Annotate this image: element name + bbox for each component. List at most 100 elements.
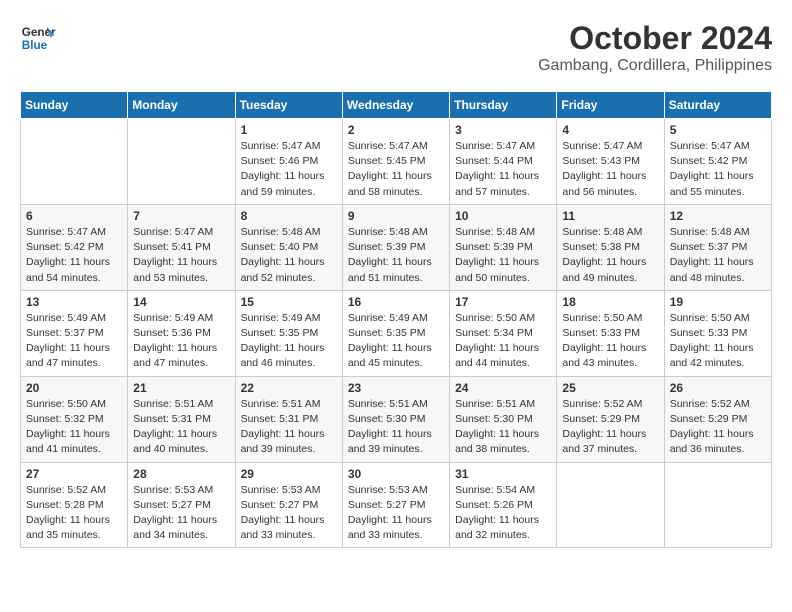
logo: General Blue bbox=[20, 20, 56, 56]
day-number: 22 bbox=[241, 381, 337, 395]
day-info: Sunrise: 5:47 AM Sunset: 5:43 PM Dayligh… bbox=[562, 139, 658, 200]
day-info: Sunrise: 5:50 AM Sunset: 5:34 PM Dayligh… bbox=[455, 311, 551, 372]
day-number: 13 bbox=[26, 295, 122, 309]
calendar-cell: 7 Sunrise: 5:47 AM Sunset: 5:41 PM Daylig… bbox=[128, 204, 235, 290]
calendar-cell: 1 Sunrise: 5:47 AM Sunset: 5:46 PM Daylig… bbox=[235, 119, 342, 205]
day-info: Sunrise: 5:53 AM Sunset: 5:27 PM Dayligh… bbox=[241, 483, 337, 544]
day-info: Sunrise: 5:51 AM Sunset: 5:31 PM Dayligh… bbox=[241, 397, 337, 458]
calendar-cell: 31Sunrise: 5:54 AM Sunset: 5:26 PM Dayli… bbox=[450, 462, 557, 548]
calendar-cell bbox=[21, 119, 128, 205]
day-info: Sunrise: 5:47 AM Sunset: 5:42 PM Dayligh… bbox=[670, 139, 766, 200]
day-info: Sunrise: 5:47 AM Sunset: 5:44 PM Dayligh… bbox=[455, 139, 551, 200]
day-info: Sunrise: 5:47 AM Sunset: 5:45 PM Dayligh… bbox=[348, 139, 444, 200]
calendar-cell bbox=[128, 119, 235, 205]
calendar-header-row: SundayMondayTuesdayWednesdayThursdayFrid… bbox=[21, 92, 772, 119]
day-number: 26 bbox=[670, 381, 766, 395]
day-number: 31 bbox=[455, 467, 551, 481]
day-info: Sunrise: 5:51 AM Sunset: 5:30 PM Dayligh… bbox=[348, 397, 444, 458]
calendar-cell: 10 Sunrise: 5:48 AM Sunset: 5:39 PM Dayli… bbox=[450, 204, 557, 290]
day-info: Sunrise: 5:47 AM Sunset: 5:46 PM Dayligh… bbox=[241, 139, 337, 200]
weekday-header: Monday bbox=[128, 92, 235, 119]
weekday-header: Saturday bbox=[664, 92, 771, 119]
calendar-cell: 5Sunrise: 5:47 AM Sunset: 5:42 PM Daylig… bbox=[664, 119, 771, 205]
day-number: 18 bbox=[562, 295, 658, 309]
day-info: Sunrise: 5:48 AM Sunset: 5:40 PM Dayligh… bbox=[241, 225, 337, 286]
calendar-cell: 26 Sunrise: 5:52 AM Sunset: 5:29 PM Dayli… bbox=[664, 376, 771, 462]
calendar-cell: 25 Sunrise: 5:52 AM Sunset: 5:29 PM Dayli… bbox=[557, 376, 664, 462]
day-number: 20 bbox=[26, 381, 122, 395]
calendar-cell: 22 Sunrise: 5:51 AM Sunset: 5:31 PM Dayli… bbox=[235, 376, 342, 462]
day-number: 11 bbox=[562, 209, 658, 223]
day-info: Sunrise: 5:52 AM Sunset: 5:29 PM Dayligh… bbox=[562, 397, 658, 458]
weekday-header: Wednesday bbox=[342, 92, 449, 119]
calendar-cell: 18 Sunrise: 5:50 AM Sunset: 5:33 PM Dayli… bbox=[557, 290, 664, 376]
calendar-cell: 23 Sunrise: 5:51 AM Sunset: 5:30 PM Dayli… bbox=[342, 376, 449, 462]
day-info: Sunrise: 5:52 AM Sunset: 5:29 PM Dayligh… bbox=[670, 397, 766, 458]
day-info: Sunrise: 5:51 AM Sunset: 5:31 PM Dayligh… bbox=[133, 397, 229, 458]
calendar-cell: 8 Sunrise: 5:48 AM Sunset: 5:40 PM Daylig… bbox=[235, 204, 342, 290]
day-number: 30 bbox=[348, 467, 444, 481]
calendar-cell: 13Sunrise: 5:49 AM Sunset: 5:37 PM Dayli… bbox=[21, 290, 128, 376]
calendar-cell bbox=[664, 462, 771, 548]
day-number: 14 bbox=[133, 295, 229, 309]
calendar-week-row: 1 Sunrise: 5:47 AM Sunset: 5:46 PM Daylig… bbox=[21, 119, 772, 205]
day-info: Sunrise: 5:48 AM Sunset: 5:39 PM Dayligh… bbox=[348, 225, 444, 286]
day-number: 25 bbox=[562, 381, 658, 395]
day-number: 28 bbox=[133, 467, 229, 481]
calendar-cell: 24Sunrise: 5:51 AM Sunset: 5:30 PM Dayli… bbox=[450, 376, 557, 462]
calendar-week-row: 27 Sunrise: 5:52 AM Sunset: 5:28 PM Dayli… bbox=[21, 462, 772, 548]
day-number: 1 bbox=[241, 123, 337, 137]
calendar-cell: 19 Sunrise: 5:50 AM Sunset: 5:33 PM Dayli… bbox=[664, 290, 771, 376]
weekday-header: Tuesday bbox=[235, 92, 342, 119]
title-area: October 2024 Gambang, Cordillera, Philip… bbox=[538, 20, 772, 75]
day-number: 3 bbox=[455, 123, 551, 137]
calendar-week-row: 6 Sunrise: 5:47 AM Sunset: 5:42 PM Daylig… bbox=[21, 204, 772, 290]
day-number: 21 bbox=[133, 381, 229, 395]
day-info: Sunrise: 5:50 AM Sunset: 5:33 PM Dayligh… bbox=[670, 311, 766, 372]
day-info: Sunrise: 5:48 AM Sunset: 5:37 PM Dayligh… bbox=[670, 225, 766, 286]
day-number: 4 bbox=[562, 123, 658, 137]
header: General Blue October 2024 Gambang, Cordi… bbox=[20, 20, 772, 75]
day-number: 7 bbox=[133, 209, 229, 223]
day-number: 9 bbox=[348, 209, 444, 223]
calendar-cell: 17 Sunrise: 5:50 AM Sunset: 5:34 PM Dayli… bbox=[450, 290, 557, 376]
day-info: Sunrise: 5:52 AM Sunset: 5:28 PM Dayligh… bbox=[26, 483, 122, 544]
day-number: 27 bbox=[26, 467, 122, 481]
day-number: 24 bbox=[455, 381, 551, 395]
calendar-cell: 15Sunrise: 5:49 AM Sunset: 5:35 PM Dayli… bbox=[235, 290, 342, 376]
location-title: Gambang, Cordillera, Philippines bbox=[538, 57, 772, 75]
day-number: 17 bbox=[455, 295, 551, 309]
calendar-cell: 29Sunrise: 5:53 AM Sunset: 5:27 PM Dayli… bbox=[235, 462, 342, 548]
calendar-cell: 16Sunrise: 5:49 AM Sunset: 5:35 PM Dayli… bbox=[342, 290, 449, 376]
day-info: Sunrise: 5:47 AM Sunset: 5:41 PM Dayligh… bbox=[133, 225, 229, 286]
calendar-cell: 9 Sunrise: 5:48 AM Sunset: 5:39 PM Daylig… bbox=[342, 204, 449, 290]
day-number: 23 bbox=[348, 381, 444, 395]
calendar-cell: 11 Sunrise: 5:48 AM Sunset: 5:38 PM Dayli… bbox=[557, 204, 664, 290]
weekday-header: Sunday bbox=[21, 92, 128, 119]
day-number: 19 bbox=[670, 295, 766, 309]
calendar-cell: 6 Sunrise: 5:47 AM Sunset: 5:42 PM Daylig… bbox=[21, 204, 128, 290]
day-number: 15 bbox=[241, 295, 337, 309]
calendar-cell: 12Sunrise: 5:48 AM Sunset: 5:37 PM Dayli… bbox=[664, 204, 771, 290]
day-info: Sunrise: 5:48 AM Sunset: 5:39 PM Dayligh… bbox=[455, 225, 551, 286]
calendar-cell: 20 Sunrise: 5:50 AM Sunset: 5:32 PM Dayli… bbox=[21, 376, 128, 462]
calendar-cell: 3 Sunrise: 5:47 AM Sunset: 5:44 PM Daylig… bbox=[450, 119, 557, 205]
logo-icon: General Blue bbox=[20, 20, 56, 56]
day-info: Sunrise: 5:49 AM Sunset: 5:36 PM Dayligh… bbox=[133, 311, 229, 372]
day-info: Sunrise: 5:50 AM Sunset: 5:32 PM Dayligh… bbox=[26, 397, 122, 458]
day-number: 10 bbox=[455, 209, 551, 223]
calendar: SundayMondayTuesdayWednesdayThursdayFrid… bbox=[20, 91, 772, 548]
calendar-cell: 30 Sunrise: 5:53 AM Sunset: 5:27 PM Dayli… bbox=[342, 462, 449, 548]
day-number: 6 bbox=[26, 209, 122, 223]
calendar-cell: 14 Sunrise: 5:49 AM Sunset: 5:36 PM Dayli… bbox=[128, 290, 235, 376]
day-info: Sunrise: 5:49 AM Sunset: 5:35 PM Dayligh… bbox=[348, 311, 444, 372]
day-number: 8 bbox=[241, 209, 337, 223]
day-info: Sunrise: 5:48 AM Sunset: 5:38 PM Dayligh… bbox=[562, 225, 658, 286]
day-info: Sunrise: 5:50 AM Sunset: 5:33 PM Dayligh… bbox=[562, 311, 658, 372]
calendar-cell: 27 Sunrise: 5:52 AM Sunset: 5:28 PM Dayli… bbox=[21, 462, 128, 548]
weekday-header: Friday bbox=[557, 92, 664, 119]
day-info: Sunrise: 5:53 AM Sunset: 5:27 PM Dayligh… bbox=[348, 483, 444, 544]
day-info: Sunrise: 5:53 AM Sunset: 5:27 PM Dayligh… bbox=[133, 483, 229, 544]
day-info: Sunrise: 5:47 AM Sunset: 5:42 PM Dayligh… bbox=[26, 225, 122, 286]
calendar-cell: 2Sunrise: 5:47 AM Sunset: 5:45 PM Daylig… bbox=[342, 119, 449, 205]
